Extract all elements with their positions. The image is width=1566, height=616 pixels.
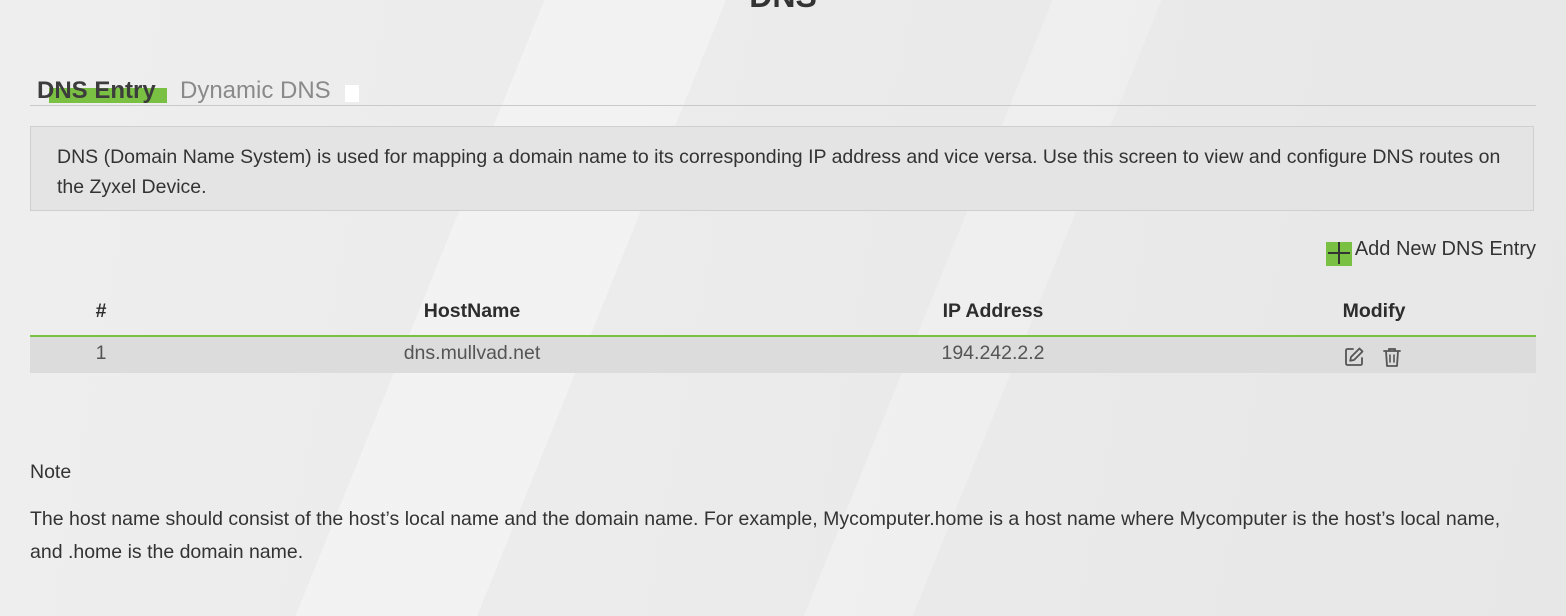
tab-dns-entry[interactable]: DNS Entry [37,76,156,106]
add-dns-entry-label: Add New DNS Entry [1354,237,1536,260]
column-header-index: # [95,300,107,322]
tab-highlight-mark [345,85,359,102]
plus-icon [1325,236,1352,266]
modify-actions [1343,346,1403,368]
note-text: The host name should consist of the host… [30,508,1501,563]
note-heading: Note [30,461,72,483]
page-title: DNS [0,0,1566,15]
column-header-modify: Modify [1342,300,1406,322]
trash-icon[interactable] [1381,346,1403,368]
dns-table: # HostName IP Address Modify 1 dns.mullv… [30,290,1536,373]
tab-dynamic-dns[interactable]: Dynamic DNS [180,76,331,106]
cell-index: 1 [95,342,107,364]
tab-bar: DNS Entry Dynamic DNS [30,72,1536,106]
edit-icon[interactable] [1343,346,1365,368]
info-box: DNS (Domain Name System) is used for map… [30,126,1534,211]
info-text: DNS (Domain Name System) is used for map… [57,146,1501,198]
column-header-ip-address: IP Address [942,300,1044,322]
add-dns-entry-button[interactable]: Add New DNS Entry [1325,234,1536,266]
dns-page: DNS DNS Entry Dynamic DNS DNS (Domain Na… [0,0,1566,616]
cell-hostname: dns.mullvad.net [403,342,541,364]
column-header-hostname: HostName [423,300,521,322]
table-header: # HostName IP Address Modify [30,290,1536,337]
cell-ip-address: 194.242.2.2 [941,342,1045,364]
table-row: 1 dns.mullvad.net 194.242.2.2 [30,337,1536,373]
